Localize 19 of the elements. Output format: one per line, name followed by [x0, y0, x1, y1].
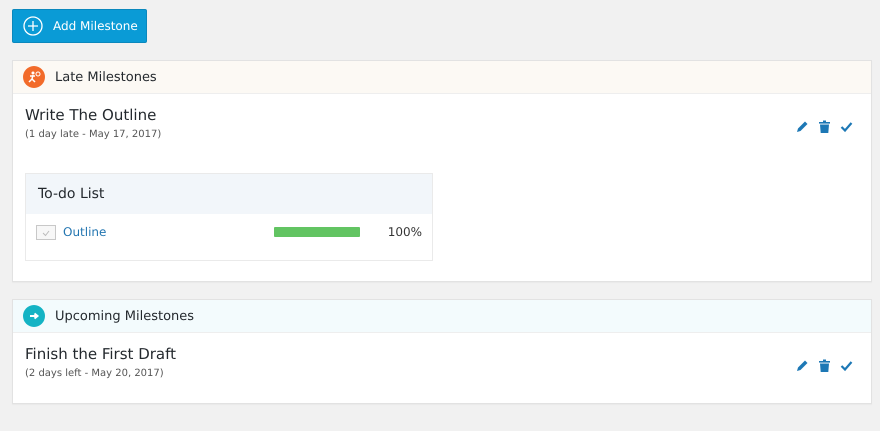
add-milestone-button[interactable]: Add Milestone [12, 9, 147, 43]
trash-icon[interactable] [818, 358, 831, 372]
milestone-title: Write The Outline [25, 106, 158, 124]
todo-list-title: To-do List [38, 186, 104, 202]
progress-percent: 100% [388, 225, 422, 239]
check-icon[interactable] [840, 120, 853, 132]
check-icon[interactable] [840, 358, 853, 372]
milestone-title: Finish the First Draft [25, 345, 176, 363]
due-date: (2 days left - May 20, 2017) [25, 368, 165, 379]
due-date: (1 day late - May 17, 2017) [25, 129, 162, 140]
section-title: Late Milestones [55, 70, 157, 84]
edit-icon[interactable] [796, 120, 809, 132]
runner-icon [23, 66, 45, 88]
trash-icon[interactable] [818, 120, 831, 132]
todo-link[interactable]: Outline [63, 225, 106, 239]
plus-icon [23, 16, 43, 36]
calendar-icon [36, 224, 56, 240]
edit-icon[interactable] [796, 358, 809, 372]
section-title: Upcoming Milestones [55, 308, 194, 324]
